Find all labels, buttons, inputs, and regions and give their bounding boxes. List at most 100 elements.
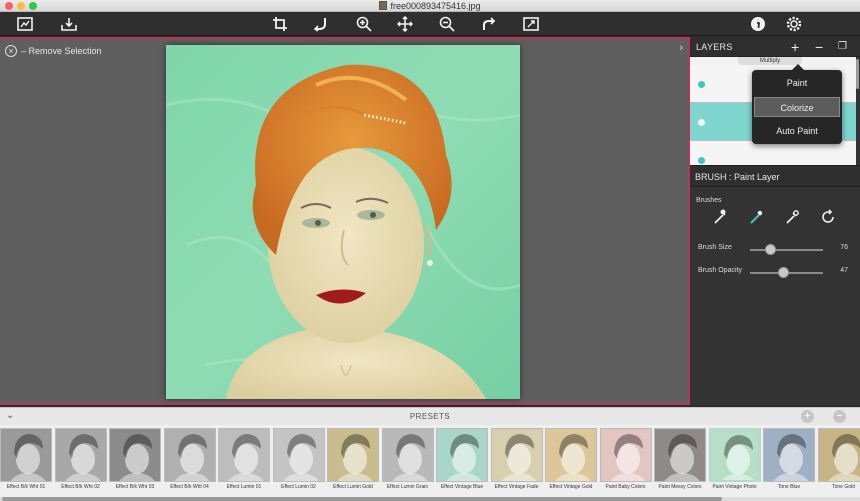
preset-preview[interactable] <box>0 428 52 482</box>
toolbar <box>0 12 860 36</box>
preset-preview[interactable] <box>327 428 379 482</box>
rotate-left-icon[interactable] <box>312 15 330 33</box>
preset-thumbnail[interactable]: Effect B/k Wht 01 <box>0 428 52 500</box>
slider-knob[interactable] <box>777 267 789 278</box>
preset-preview[interactable] <box>381 428 434 482</box>
preset-caption: Effect Vintage Fade <box>494 484 539 490</box>
menu-item-auto-paint[interactable]: Auto Paint <box>754 121 840 141</box>
open-image-icon[interactable] <box>16 15 34 33</box>
menu-item-paint[interactable]: Paint <box>754 73 840 93</box>
preset-thumbnail[interactable]: Paint Vintage Photo <box>708 428 761 500</box>
layers-scrollbar[interactable] <box>856 59 859 89</box>
brush-opacity-slider[interactable]: Brush Opacity 47 <box>690 266 860 280</box>
zoom-out-icon[interactable] <box>438 15 456 33</box>
presets-scrollbar[interactable] <box>0 497 860 501</box>
preset-thumbnail[interactable]: Effect B/k Wht 03 <box>109 428 161 500</box>
menu-item-colorize[interactable]: Colorize <box>754 97 840 117</box>
title-bar: free000893475416.jpg <box>0 0 860 12</box>
brush-size-slider[interactable]: Brush Size 76 <box>690 243 860 257</box>
preset-thumbnail[interactable]: Paint Messy Colors <box>654 428 706 500</box>
preset-caption: Effect Lumin 01 <box>226 484 262 490</box>
preset-thumbnail[interactable]: Effect Vintage Gold <box>545 428 597 500</box>
save-icon[interactable] <box>60 15 78 33</box>
preset-caption: Effect B/k Wht 04 <box>170 484 209 490</box>
preset-thumbnail[interactable]: Effect Vintage Blue <box>436 428 488 500</box>
brush-opacity-value: 47 <box>840 267 848 274</box>
preset-preview[interactable] <box>163 428 216 482</box>
preset-thumbnail[interactable]: Effect B/k Wht 02 <box>54 428 107 500</box>
preset-thumbnail[interactable]: Effect Lumin 01 <box>218 428 270 500</box>
layer-visibility-icon[interactable] <box>698 157 705 164</box>
edited-photo[interactable] <box>166 45 520 399</box>
layer-visibility-icon[interactable] <box>698 81 705 88</box>
preset-caption: Tone Gold <box>832 484 855 490</box>
move-icon[interactable] <box>396 15 414 33</box>
preset-caption: Effect B/k Wht 01 <box>6 484 46 490</box>
brush-size-label: Brush Size <box>698 244 732 251</box>
slider-track[interactable] <box>750 249 823 251</box>
preset-preview[interactable] <box>545 428 597 482</box>
scrollbar-thumb[interactable] <box>2 497 722 501</box>
preset-preview[interactable] <box>599 428 652 482</box>
reset-brush-icon[interactable] <box>820 209 838 227</box>
info-icon[interactable] <box>749 15 767 33</box>
presets-bar: ⌄ PRESETS + − <box>0 407 860 425</box>
brushes-label: Brushes <box>696 197 722 204</box>
preset-thumbnail[interactable]: Tone Gold <box>817 428 860 500</box>
presets-strip[interactable]: Effect B/k Wht 01 Effect B/k Wht 02 Effect… <box>0 425 860 501</box>
brush-size-value: 76 <box>840 244 848 251</box>
presets-title: PRESETS <box>409 412 451 421</box>
preset-caption: Tone Blue <box>777 484 801 490</box>
preset-thumbnail[interactable]: Paint Baby Colors <box>599 428 652 500</box>
paint-brush-icon[interactable] <box>712 209 730 227</box>
preset-preview[interactable] <box>54 428 107 482</box>
crop-icon[interactable] <box>271 15 289 33</box>
preset-caption: Effect B/k Wht 03 <box>115 484 155 490</box>
preset-thumbnail[interactable]: Effect Lumin 02 <box>272 428 325 500</box>
redo-icon[interactable] <box>480 15 498 33</box>
zoom-in-icon[interactable] <box>355 15 373 33</box>
preset-preview[interactable] <box>817 428 860 482</box>
preset-preview[interactable] <box>708 428 761 482</box>
preset-caption: Effect Vintage Blue <box>440 484 484 490</box>
fit-icon[interactable] <box>522 15 540 33</box>
colorize-brush-icon[interactable] <box>748 209 766 227</box>
preset-thumbnail[interactable]: Effect Vintage Fade <box>490 428 543 500</box>
preset-preview[interactable] <box>272 428 325 482</box>
preset-thumbnail[interactable]: Effect Lumin Grain <box>381 428 434 500</box>
settings-icon[interactable] <box>785 15 803 33</box>
slider-knob[interactable] <box>765 244 777 255</box>
remove-layer-icon[interactable]: − <box>815 39 823 55</box>
preset-preview[interactable] <box>654 428 706 482</box>
add-layer-icon[interactable]: + <box>791 39 799 55</box>
close-icon: × <box>5 45 17 57</box>
collapse-panel-icon[interactable]: › <box>679 42 683 54</box>
remove-preset-button[interactable]: − <box>833 410 846 423</box>
preset-preview[interactable] <box>109 428 161 482</box>
preset-preview[interactable] <box>490 428 543 482</box>
preset-caption: Effect Vintage Gold <box>549 484 593 490</box>
preset-thumbnail[interactable]: Effect B/k Wht 04 <box>163 428 216 500</box>
add-preset-button[interactable]: + <box>801 410 814 423</box>
preset-thumbnail[interactable]: Tone Blue <box>763 428 815 500</box>
preset-caption: Paint Vintage Photo <box>712 484 757 490</box>
preset-preview[interactable] <box>218 428 270 482</box>
brush-header: BRUSH : Paint Layer <box>690 165 860 187</box>
canvas-workspace[interactable]: × – Remove Selection › <box>0 37 690 405</box>
preset-caption: Paint Baby Colors <box>605 484 646 490</box>
layers-header: LAYERS + − ❐ <box>690 37 860 57</box>
window-title: free000893475416.jpg <box>0 0 860 12</box>
preset-thumbnail[interactable]: Effect Lumin Gold <box>327 428 379 500</box>
layer-visibility-icon[interactable] <box>698 119 705 126</box>
eyedropper-icon[interactable] <box>784 209 802 227</box>
duplicate-layer-icon[interactable]: ❐ <box>838 41 847 52</box>
document-icon <box>379 1 388 10</box>
layer-row[interactable] <box>690 141 856 165</box>
preset-caption: Paint Messy Colors <box>658 484 702 490</box>
brush-tools <box>708 209 848 227</box>
preset-preview[interactable] <box>763 428 815 482</box>
remove-selection-button[interactable]: × – Remove Selection <box>5 45 102 57</box>
brush-opacity-label: Brush Opacity <box>698 267 742 274</box>
preset-caption: Effect Lumin 02 <box>281 484 316 490</box>
preset-preview[interactable] <box>436 428 488 482</box>
